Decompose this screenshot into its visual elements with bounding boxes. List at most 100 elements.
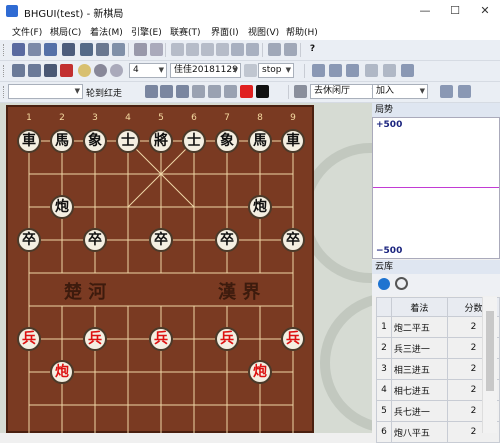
- record-icon[interactable]: [60, 64, 73, 77]
- red-piece[interactable]: 兵: [83, 327, 107, 351]
- cloud-toolbar: [372, 274, 500, 296]
- header-move[interactable]: 着法: [390, 297, 448, 317]
- minimize-button[interactable]: —: [410, 0, 440, 22]
- print-icon[interactable]: [62, 43, 75, 56]
- play-icon[interactable]: [145, 85, 158, 98]
- settings-icon[interactable]: [94, 64, 107, 77]
- chat-icon[interactable]: [440, 85, 453, 98]
- mode-select[interactable]: stop ▼: [258, 63, 294, 78]
- black-piece[interactable]: 象: [83, 129, 107, 153]
- black-piece[interactable]: 卒: [281, 228, 305, 252]
- table-icon[interactable]: [346, 64, 359, 77]
- red-piece[interactable]: 兵: [281, 327, 305, 351]
- network-icon[interactable]: [294, 85, 307, 98]
- menu-file[interactable]: 文件(F): [12, 25, 42, 38]
- pause-icon[interactable]: [160, 85, 173, 98]
- branch-icon[interactable]: [268, 43, 281, 56]
- toolbar-grip[interactable]: [3, 65, 7, 77]
- maximize-button[interactable]: ☐: [440, 0, 470, 22]
- cloud-scrollbar[interactable]: [482, 297, 497, 433]
- toolbar-grip[interactable]: [3, 44, 7, 56]
- back-icon[interactable]: [365, 64, 378, 77]
- depth-select[interactable]: 4 ▼: [129, 63, 167, 78]
- flip-icon[interactable]: [150, 43, 163, 56]
- red-piece[interactable]: 炮: [248, 360, 272, 384]
- prev-move-icon[interactable]: [186, 43, 199, 56]
- list-icon[interactable]: [383, 64, 396, 77]
- room-select[interactable]: 去休闲厅▼: [310, 84, 380, 99]
- black-piece[interactable]: 士: [182, 129, 206, 153]
- close-button[interactable]: ✕: [470, 0, 500, 22]
- chart-icon[interactable]: [329, 64, 342, 77]
- menu-move[interactable]: 着法(M): [90, 25, 123, 38]
- scrollbar-thumb[interactable]: [486, 311, 494, 391]
- next-move-icon[interactable]: [201, 43, 214, 56]
- menu-help[interactable]: 帮助(H): [286, 25, 318, 38]
- redo-icon[interactable]: [246, 43, 259, 56]
- black-piece[interactable]: 炮: [50, 195, 74, 219]
- menu-engine[interactable]: 引擎(E): [131, 25, 162, 38]
- toolbar-grip[interactable]: [3, 86, 7, 98]
- black-piece[interactable]: 象: [215, 129, 239, 153]
- black-piece[interactable]: 卒: [83, 228, 107, 252]
- file-number-label: 3: [92, 113, 98, 123]
- red-piece[interactable]: 兵: [149, 327, 173, 351]
- copy-icon[interactable]: [284, 43, 297, 56]
- user-icon[interactable]: [458, 85, 471, 98]
- black-piece[interactable]: 卒: [215, 228, 239, 252]
- toolbar-separator: [304, 64, 305, 78]
- tools-icon[interactable]: [192, 85, 205, 98]
- toolbar-separator: [128, 43, 129, 57]
- mail-icon[interactable]: [96, 43, 109, 56]
- black-piece[interactable]: 馬: [248, 129, 272, 153]
- stop-icon[interactable]: [110, 64, 123, 77]
- new-icon[interactable]: [12, 43, 25, 56]
- black-piece[interactable]: 將: [149, 129, 173, 153]
- board-icon[interactable]: [12, 64, 25, 77]
- monitor-icon[interactable]: [44, 64, 57, 77]
- black-piece[interactable]: 士: [116, 129, 140, 153]
- grid-icon[interactable]: [312, 64, 325, 77]
- menu-view[interactable]: 视图(V): [248, 25, 279, 38]
- menu-interface[interactable]: 界面(I): [211, 25, 239, 38]
- open-icon[interactable]: [28, 43, 41, 56]
- first-move-icon[interactable]: [171, 43, 184, 56]
- refresh-icon[interactable]: [378, 278, 390, 290]
- undo-icon[interactable]: [231, 43, 244, 56]
- red-piece[interactable]: 炮: [50, 360, 74, 384]
- hint-icon[interactable]: [78, 64, 91, 77]
- black-piece[interactable]: 車: [281, 129, 305, 153]
- black-piece[interactable]: 卒: [149, 228, 173, 252]
- black-piece[interactable]: 馬: [50, 129, 74, 153]
- view-icon[interactable]: [401, 64, 414, 77]
- preset-select[interactable]: ▼: [8, 84, 83, 99]
- image-icon[interactable]: [80, 43, 93, 56]
- black-piece[interactable]: 車: [17, 129, 41, 153]
- red-piece[interactable]: 兵: [215, 327, 239, 351]
- last-move-icon[interactable]: [216, 43, 229, 56]
- menu-league[interactable]: 联赛(T): [170, 25, 201, 38]
- swap-icon[interactable]: [208, 85, 221, 98]
- setup-icon[interactable]: [134, 43, 147, 56]
- black-piece[interactable]: 炮: [248, 195, 272, 219]
- analysis-icon[interactable]: [28, 64, 41, 77]
- background-decoration: [320, 293, 372, 433]
- red-side-icon[interactable]: [240, 85, 253, 98]
- file-number-label: 2: [59, 113, 65, 123]
- black-side-icon[interactable]: [256, 85, 269, 98]
- turn-label: 轮到红走: [86, 89, 123, 99]
- level-icon[interactable]: [224, 85, 237, 98]
- bold-icon[interactable]: [244, 64, 257, 77]
- engine-select[interactable]: 佳佳20181129 ▼: [170, 63, 241, 78]
- toolbar-engine: 4 ▼ 佳佳20181129 ▼ stop ▼: [0, 61, 500, 82]
- save-icon[interactable]: [44, 43, 57, 56]
- red-piece[interactable]: 兵: [17, 327, 41, 351]
- search-icon[interactable]: [395, 277, 408, 290]
- menu-game[interactable]: 棋局(C): [50, 25, 81, 38]
- file-number-label: 8: [257, 113, 263, 123]
- clock-icon[interactable]: [176, 85, 189, 98]
- share-icon[interactable]: [112, 43, 125, 56]
- black-piece[interactable]: 卒: [17, 228, 41, 252]
- help-icon[interactable]: ?: [306, 43, 319, 56]
- join-select[interactable]: 加入 ▼: [372, 84, 428, 99]
